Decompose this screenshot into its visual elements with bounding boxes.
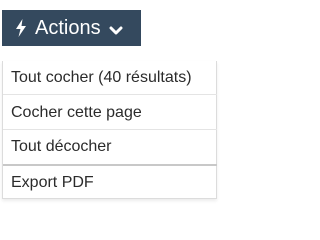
menu-item-export-pdf[interactable]: Export PDF (3, 168, 217, 198)
menu-divider (3, 164, 217, 166)
menu-item-check-page[interactable]: Cocher cette page (3, 96, 217, 130)
actions-button-label: Actions (35, 17, 101, 39)
bolt-icon (15, 19, 27, 37)
chevron-down-icon (109, 21, 123, 35)
actions-menu: Tout cocher (40 résultats) Cocher cette … (2, 61, 217, 199)
menu-item-check-all[interactable]: Tout cocher (40 résultats) (3, 61, 217, 95)
actions-dropdown: Actions Tout cocher (40 résultats) Coche… (0, 0, 221, 201)
actions-button[interactable]: Actions (2, 10, 141, 46)
menu-item-uncheck-all[interactable]: Tout décocher (3, 131, 217, 163)
